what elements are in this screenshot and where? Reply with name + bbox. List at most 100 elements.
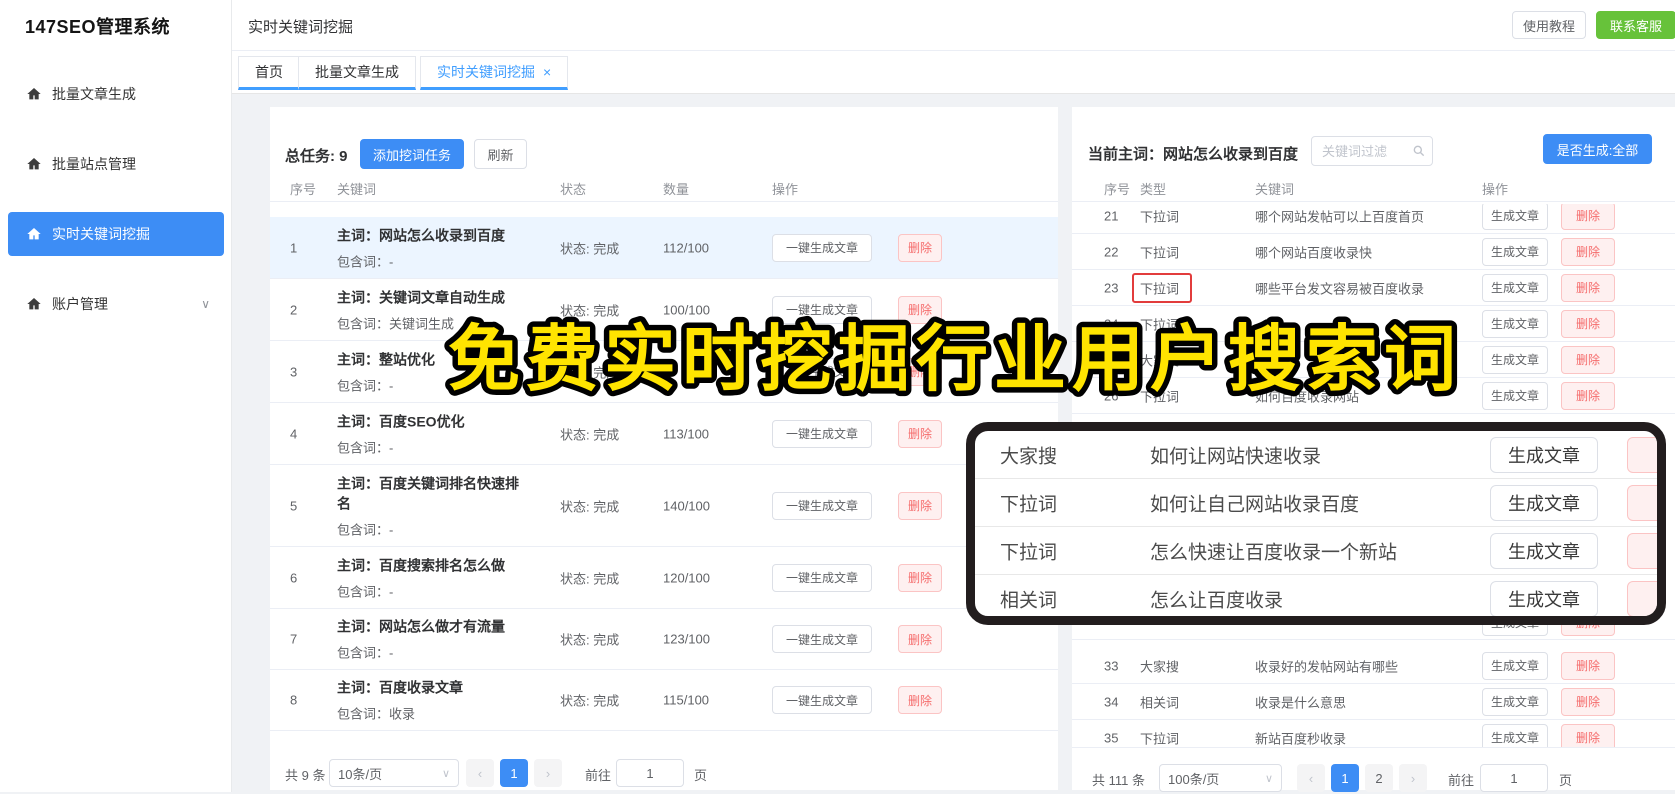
table-row[interactable]: 5 主词：百度关键词排名快速排名 包含词：- 状态: 完成 140/100 一键生…	[270, 465, 1058, 547]
row-index: 3	[290, 364, 298, 379]
delete-button[interactable]: 删除	[1561, 273, 1615, 302]
contact-support-button[interactable]: 联系客服	[1596, 11, 1675, 39]
delete-button[interactable]	[1627, 437, 1657, 473]
generate-article-button[interactable]: 生成文章	[1482, 651, 1548, 680]
generate-article-button[interactable]: 一键生成文章	[772, 233, 872, 262]
sidebar-item-account[interactable]: 账户管理 ∨	[0, 282, 232, 326]
delete-button[interactable]: 删除	[898, 233, 942, 262]
sidebar-item-article-generation[interactable]: 批量文章生成	[0, 72, 232, 116]
keyword-type: 下拉词	[1140, 731, 1180, 746]
table-row[interactable]: 3 主词：整站优化 包含词：- 状态: 完成 一键生成文章 删除	[270, 341, 1058, 403]
table-row[interactable]: 33 大家搜 收录好的发帖网站有哪些 生成文章 删除	[1072, 648, 1675, 684]
table-row[interactable]: 1 主词：网站怎么收录到百度 包含词：- 状态: 完成 112/100 一键生成文…	[270, 217, 1058, 279]
page-size-select[interactable]: 100条/页 ∨	[1159, 764, 1282, 792]
refresh-button[interactable]: 刷新	[474, 139, 527, 169]
delete-button[interactable]: 删除	[898, 295, 942, 324]
table-row[interactable]: 7 主词：网站怎么做才有流量 包含词：- 状态: 完成 123/100 一键生成文…	[270, 609, 1058, 670]
task-subtitle: 包含词：-	[337, 254, 394, 269]
delete-button[interactable]: 删除	[1561, 651, 1615, 680]
page-number-button[interactable]: 2	[1365, 764, 1393, 792]
table-row[interactable]: 8 主词：百度收录文章 包含词：收录 状态: 完成 115/100 一键生成文章 …	[270, 670, 1058, 731]
generate-article-button[interactable]: 生成文章	[1482, 273, 1548, 302]
generate-article-button[interactable]: 生成文章	[1482, 204, 1548, 230]
tutorial-button[interactable]: 使用教程	[1512, 11, 1586, 39]
generate-article-button[interactable]: 一键生成文章	[772, 625, 872, 653]
generate-article-button[interactable]: 生成文章	[1482, 381, 1548, 410]
generate-article-button[interactable]: 一键生成文章	[772, 295, 872, 324]
delete-button[interactable]: 删除	[1561, 381, 1615, 410]
table-row[interactable]: 4 主词：百度SEO优化 包含词：- 状态: 完成 113/100 一键生成文章 …	[270, 403, 1058, 465]
keyword-text: 怎么让百度收录	[1150, 590, 1284, 612]
sidebar-item-keyword-mining[interactable]: 实时关键词挖掘	[8, 212, 224, 256]
keyword-text: 新站百度秒收录	[1255, 731, 1347, 746]
delete-button[interactable]: 删除	[898, 491, 942, 520]
task-title: 主词：网站怎么收录到百度	[337, 227, 505, 243]
task-status: 状态: 完成	[560, 365, 620, 380]
generate-all-filter-button[interactable]: 是否生成:全部	[1543, 134, 1652, 164]
zoom-callout-box: 大家搜 如何让网站快速收录 生成文章 下拉词 如何让自己网站收录百度 生成文章 …	[966, 422, 1666, 625]
generate-article-button[interactable]: 一键生成文章	[772, 686, 872, 714]
generate-article-button[interactable]: 一键生成文章	[772, 563, 872, 592]
generate-article-button[interactable]: 生成文章	[1490, 533, 1598, 569]
delete-button[interactable]	[1627, 581, 1657, 616]
delete-button[interactable]: 删除	[898, 419, 942, 448]
table-row[interactable]: 22 下拉词 哪个网站百度收录快 生成文章 删除	[1072, 234, 1675, 270]
table-row[interactable]: 26 下拉词 如何百度收录网站 生成文章 删除	[1072, 378, 1675, 414]
generate-article-button[interactable]: 生成文章	[1482, 723, 1548, 747]
page-number-button[interactable]: 1	[1331, 764, 1359, 792]
row-index: 8	[290, 692, 298, 708]
generate-article-button[interactable]: 生成文章	[1482, 237, 1548, 266]
delete-button[interactable]: 删除	[898, 625, 942, 653]
table-row[interactable]: 25 大家搜 生成文章 删除	[1072, 342, 1675, 378]
table-row[interactable]: 6 主词：百度搜索排名怎么做 包含词：- 状态: 完成 120/100 一键生成文…	[270, 547, 1058, 609]
task-list-panel: 总任务: 9 添加挖词任务 刷新 序号 关键词 状态 数量 操作 1 主词：网站…	[270, 107, 1058, 790]
prev-page-button[interactable]: ‹	[1297, 764, 1325, 792]
delete-button[interactable]: 删除	[1561, 723, 1615, 747]
tab-home[interactable]: 首页	[238, 56, 300, 90]
page-size-select[interactable]: 10条/页 ∨	[329, 759, 459, 787]
generate-article-button[interactable]: 一键生成文章	[772, 419, 872, 448]
delete-button[interactable]	[1627, 485, 1657, 521]
goto-page-input[interactable]	[1480, 764, 1548, 792]
delete-button[interactable]: 删除	[1561, 345, 1615, 374]
delete-button[interactable]: 删除	[1561, 309, 1615, 338]
keyword-type: 大家搜	[1140, 659, 1180, 674]
next-page-button[interactable]: ›	[534, 759, 562, 787]
generate-article-button[interactable]: 生成文章	[1482, 345, 1548, 374]
close-icon[interactable]: ×	[543, 64, 551, 80]
table-row[interactable]: 21 下拉词 哪个网站发帖可以上百度首页 生成文章 删除	[1072, 204, 1675, 234]
task-status: 状态: 完成	[560, 241, 620, 256]
generate-article-button[interactable]: 生成文章	[1482, 309, 1548, 338]
task-table-header: 序号 关键词 状态 数量 操作	[270, 176, 1058, 202]
add-mining-task-button[interactable]: 添加挖词任务	[360, 139, 464, 169]
delete-button[interactable]	[1627, 533, 1657, 569]
column-keyword: 关键词	[337, 182, 377, 197]
generate-article-button[interactable]: 生成文章	[1482, 687, 1548, 716]
generate-article-button[interactable]: 生成文章	[1490, 581, 1598, 616]
prev-page-button[interactable]: ‹	[466, 759, 494, 787]
generate-article-button[interactable]: 一键生成文章	[772, 357, 872, 386]
table-row[interactable]: 23 下拉词 哪些平台发文容易被百度收录 生成文章 删除	[1072, 270, 1675, 306]
generate-article-button[interactable]: 生成文章	[1490, 485, 1598, 521]
delete-button[interactable]: 删除	[1561, 204, 1615, 230]
next-page-button[interactable]: ›	[1399, 764, 1427, 792]
table-row[interactable]: 35 下拉词 新站百度秒收录 生成文章 删除	[1072, 720, 1675, 747]
delete-button[interactable]: 删除	[898, 357, 942, 386]
delete-button[interactable]: 删除	[1561, 687, 1615, 716]
generate-article-button[interactable]: 生成文章	[1490, 437, 1598, 473]
sidebar-item-site-management[interactable]: 批量站点管理	[0, 142, 232, 186]
tab-article-generation[interactable]: 批量文章生成	[298, 56, 416, 90]
page-number-button[interactable]: 1	[500, 759, 528, 787]
row-index: 23	[1104, 280, 1119, 295]
tab-keyword-mining[interactable]: 实时关键词挖掘 ×	[420, 56, 569, 90]
delete-button[interactable]: 删除	[898, 686, 942, 714]
table-row[interactable]: 2 主词：关键词文章自动生成 包含词：关键词生成 状态: 完成 100/100 一…	[270, 279, 1058, 341]
delete-button[interactable]: 删除	[898, 563, 942, 592]
generate-article-button[interactable]: 一键生成文章	[772, 491, 872, 520]
delete-button[interactable]: 删除	[1561, 237, 1615, 266]
table-row[interactable]: 24 下拉词 生成文章 删除	[1072, 306, 1675, 342]
goto-page-input[interactable]	[616, 759, 684, 787]
table-row[interactable]: 34 相关词 收录是什么意思 生成文章 删除	[1072, 684, 1675, 720]
sidebar-item-label: 批量文章生成	[52, 86, 136, 102]
keyword-text: 怎么快速让百度收录一个新站	[1150, 542, 1398, 563]
